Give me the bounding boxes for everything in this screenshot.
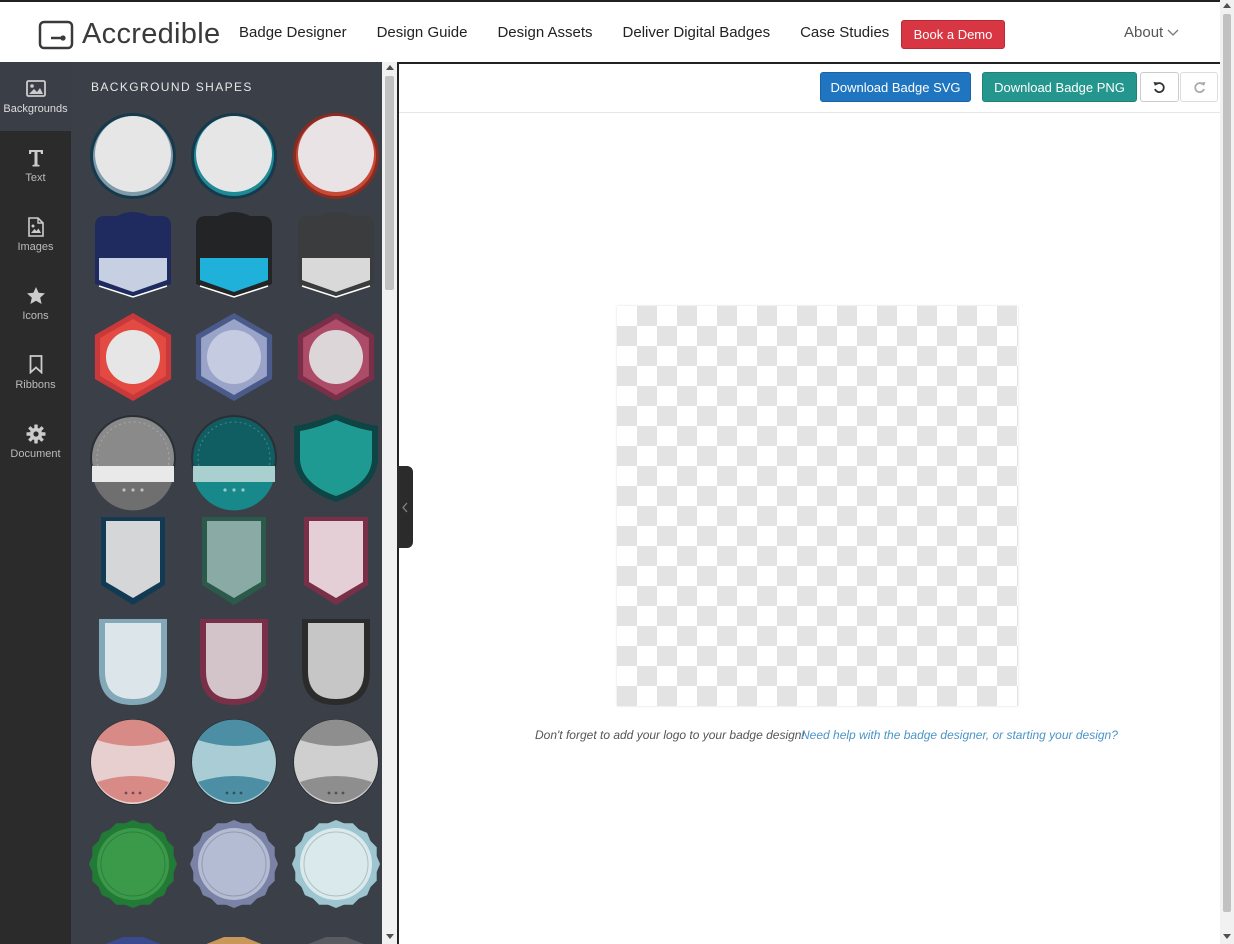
background-shape-circle-band[interactable]	[191, 415, 277, 511]
sidebar-item-backgrounds[interactable]: Backgrounds	[0, 62, 71, 131]
file-image-icon	[27, 216, 44, 237]
sidebar-item-label: Ribbons	[15, 378, 56, 391]
tool-sidebar: Backgrounds Text Images Icons Ribbons Do…	[0, 62, 71, 944]
background-shape-hexagon[interactable]	[297, 313, 375, 401]
book-demo-button[interactable]: Book a Demo	[901, 20, 1005, 49]
scroll-down-arrow[interactable]	[386, 934, 394, 939]
sidebar-item-icons[interactable]: Icons	[0, 269, 71, 338]
background-shape-banner[interactable]	[101, 517, 165, 605]
shape-grid	[89, 113, 380, 944]
window-scroll-thumb[interactable]	[1223, 14, 1231, 912]
bookmark-icon	[29, 355, 43, 375]
background-shape-partial[interactable]	[103, 937, 163, 944]
gear-icon	[26, 424, 46, 444]
designer-help-link[interactable]: Need help with the badge designer, or st…	[801, 728, 1118, 742]
panel-scrollbar[interactable]	[382, 62, 397, 944]
background-shape-partial[interactable]	[204, 937, 264, 944]
accredible-logo-icon	[38, 20, 74, 49]
text-icon	[27, 148, 45, 168]
sidebar-item-ribbons[interactable]: Ribbons	[0, 338, 71, 407]
brand-name: Accredible	[82, 18, 221, 50]
background-shape-hexagon[interactable]	[94, 313, 172, 401]
collapse-panel-tab[interactable]	[397, 466, 413, 548]
background-shape-medallion[interactable]	[293, 719, 379, 805]
sidebar-item-label: Images	[17, 240, 54, 253]
background-shape-banner[interactable]	[202, 517, 266, 605]
star-icon	[26, 286, 46, 306]
nav-design-guide[interactable]: Design Guide	[377, 24, 468, 41]
background-shape-octagon[interactable]	[292, 820, 380, 908]
background-shape-circle[interactable]	[293, 113, 379, 199]
undo-button[interactable]	[1140, 72, 1179, 102]
main-nav: Badge Designer Design Guide Design Asset…	[239, 24, 919, 41]
about-menu[interactable]: About	[1124, 24, 1179, 41]
background-shape-octagon[interactable]	[89, 820, 177, 908]
nav-case-studies[interactable]: Case Studies	[800, 24, 889, 41]
image-icon	[25, 79, 46, 99]
background-shape-shield[interactable]	[294, 414, 378, 502]
download-png-button[interactable]: Download Badge PNG	[982, 72, 1137, 102]
nav-design-assets[interactable]: Design Assets	[497, 24, 592, 41]
about-label: About	[1124, 24, 1164, 41]
logo-hint-text: Don't forget to add your logo to your ba…	[535, 728, 805, 742]
background-shapes-panel: BACKGROUND SHAPES	[71, 62, 382, 944]
nav-badge-designer[interactable]: Badge Designer	[239, 24, 347, 41]
background-shape-pennant[interactable]	[298, 212, 374, 298]
sidebar-item-label: Text	[25, 171, 46, 184]
background-shape-arch[interactable]	[302, 619, 370, 705]
background-shape-circle-band[interactable]	[90, 415, 176, 511]
sidebar-item-label: Document	[10, 447, 61, 460]
background-shape-arch[interactable]	[99, 619, 167, 705]
redo-button[interactable]	[1180, 72, 1218, 102]
background-shape-banner[interactable]	[304, 517, 368, 605]
background-shape-partial[interactable]	[306, 937, 366, 944]
background-shape-circle[interactable]	[191, 113, 277, 199]
scroll-down-arrow[interactable]	[1223, 934, 1231, 939]
nav-deliver-digital-badges[interactable]: Deliver Digital Badges	[623, 24, 771, 41]
chevron-down-icon	[1167, 29, 1179, 36]
background-shape-hexagon[interactable]	[195, 313, 273, 401]
window-scrollbar[interactable]	[1220, 0, 1234, 944]
badge-canvas[interactable]	[617, 306, 1018, 706]
scroll-up-arrow[interactable]	[386, 65, 394, 70]
sidebar-item-text[interactable]: Text	[0, 131, 71, 200]
panel-scroll-thumb[interactable]	[385, 76, 394, 290]
background-shape-arch[interactable]	[200, 619, 268, 705]
background-shape-octagon[interactable]	[190, 820, 278, 908]
sidebar-item-document[interactable]: Document	[0, 407, 71, 476]
sidebar-item-label: Backgrounds	[3, 102, 68, 115]
brand-logo[interactable]: Accredible	[38, 18, 220, 51]
undo-icon	[1153, 81, 1165, 93]
redo-icon	[1193, 81, 1205, 93]
download-svg-button[interactable]: Download Badge SVG	[820, 72, 971, 102]
top-nav-bar: Accredible Badge Designer Design Guide D…	[0, 0, 1220, 62]
chevron-left-icon	[402, 502, 408, 512]
sidebar-item-images[interactable]: Images	[0, 200, 71, 269]
background-shape-pennant[interactable]	[196, 212, 272, 298]
canvas-toolbar: Download Badge SVG Download Badge PNG	[399, 64, 1220, 113]
scroll-up-arrow[interactable]	[1223, 3, 1231, 8]
background-shape-medallion[interactable]	[90, 719, 176, 805]
background-shape-circle[interactable]	[90, 113, 176, 199]
background-shape-medallion[interactable]	[191, 719, 277, 805]
background-shape-pennant[interactable]	[95, 212, 171, 298]
sidebar-item-label: Icons	[22, 309, 49, 322]
